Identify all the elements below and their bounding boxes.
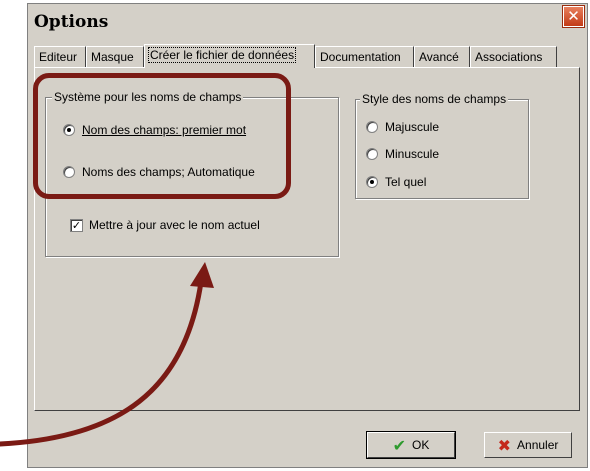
tab-creer-fichier[interactable]: Créer le fichier de données xyxy=(144,44,315,68)
annotation-arrow xyxy=(0,262,214,447)
tab-creer-fichier-label: Créer le fichier de données xyxy=(147,47,297,63)
